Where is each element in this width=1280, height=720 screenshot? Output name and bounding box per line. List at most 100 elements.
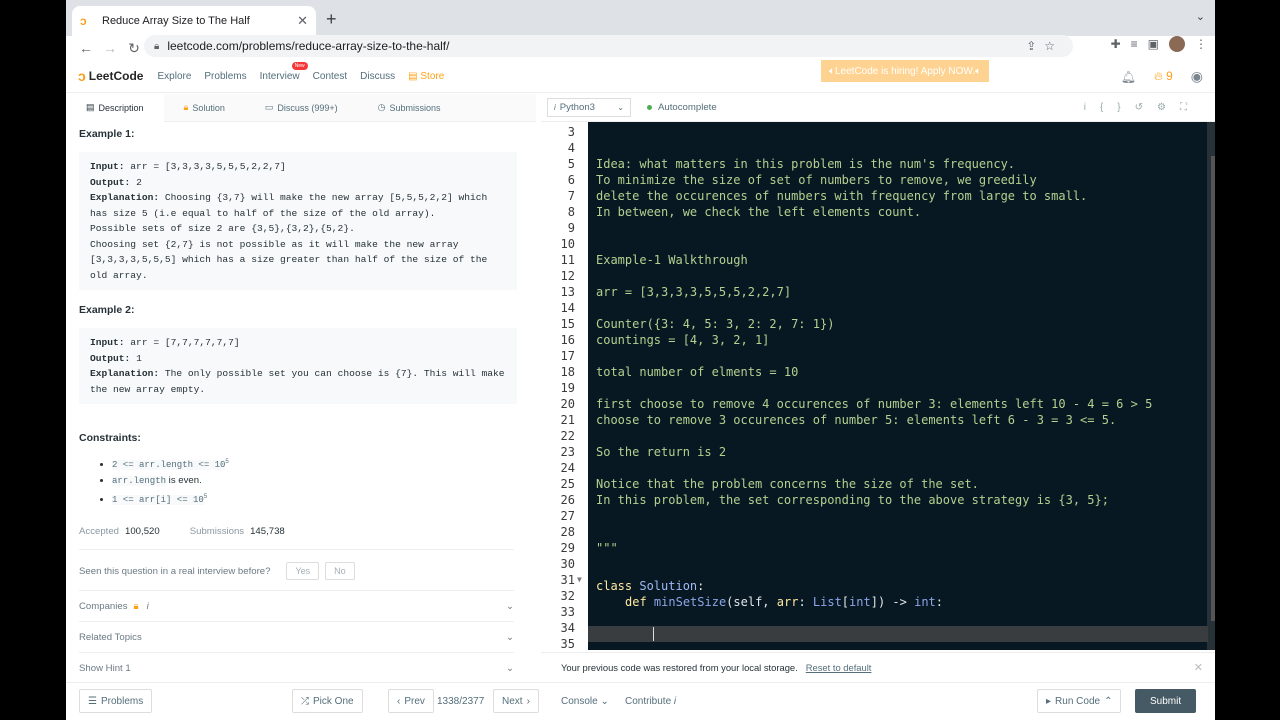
show-hint-label: Show Hint 1 <box>79 662 131 674</box>
leetcode-logo[interactable]: ↄ LeetCode <box>78 68 143 84</box>
tab-submissions[interactable]: ◷ Submissions <box>358 94 461 122</box>
def-decl: def minSetSize(self, arr: List[int]) -> … <box>625 594 943 610</box>
extensions-icon[interactable]: ✚ <box>1111 37 1121 51</box>
accepted-stat: Accepted 100,520 <box>79 526 160 537</box>
editor-tool-icons[interactable]: i{}↺⚙⛶ <box>1084 102 1201 113</box>
contribute-button[interactable]: Contribute i <box>625 696 676 707</box>
code-line: 26 In this problem, the set corresponding… <box>547 492 1215 508</box>
forward-icon[interactable]: → <box>98 40 122 56</box>
yes-button[interactable]: Yes <box>286 562 320 581</box>
related-topics-accordion[interactable]: Related Topics ⌄ <box>79 621 514 652</box>
tab-description[interactable]: ▤ Description <box>66 93 164 122</box>
line-number: 7 <box>567 189 575 203</box>
reset-to-default-link[interactable]: Reset to default <box>806 662 872 673</box>
code-line: 13 arr = [3,3,3,3,5,5,5,2,2,7] <box>547 284 1215 300</box>
shuffle-icon: ⤮ <box>301 695 309 707</box>
class-name: Solution <box>639 579 698 593</box>
nav-discuss[interactable]: Discuss <box>360 71 395 82</box>
hiring-banner[interactable]: 🔈︎ LeetCode is hiring! Apply NOW. 🔈︎ <box>821 60 990 82</box>
nav-explore[interactable]: Explore <box>157 71 191 82</box>
prev-label: Prev <box>404 695 425 707</box>
code-line: 20 first choose to remove 4 occurences of… <box>547 396 1215 412</box>
code-line: 35 <box>547 636 1215 650</box>
problems-label: Problems <box>100 695 144 707</box>
code-text: """ <box>596 541 618 555</box>
example-2-output: 1 <box>130 352 142 364</box>
code-text: Example-1 Walkthrough <box>596 253 748 267</box>
problems-button[interactable]: ☰ Problems <box>79 689 153 713</box>
show-hint-accordion[interactable]: Show Hint 1 ⌄ <box>79 652 514 682</box>
reading-list-icon[interactable]: ≡ <box>1131 37 1138 51</box>
speaker-icon: 🔈︎ <box>975 65 982 77</box>
share-star-icons[interactable]: ⇪☆ <box>1026 39 1063 53</box>
next-button[interactable]: Next › <box>493 689 539 713</box>
tab-discuss[interactable]: ▭ Discuss (999+) <box>245 94 358 122</box>
divider <box>79 549 514 551</box>
reload-icon[interactable]: ↻ <box>122 40 146 57</box>
accepted-value: 100,520 <box>125 526 160 538</box>
description-icon: ▤ <box>86 102 95 112</box>
browser-tab[interactable]: ↄ Reduce Array Size to The Half ✕ <box>72 6 316 36</box>
submit-button[interactable]: Submit <box>1135 689 1197 713</box>
language-select[interactable]: i Python3 ⌄ <box>547 98 631 117</box>
console-button[interactable]: Console ⌄ <box>561 696 609 707</box>
tab-search-icon[interactable]: ⌄ <box>1196 10 1205 23</box>
new-tab-icon[interactable]: + <box>326 9 337 30</box>
line-number: 6 <box>567 173 575 187</box>
line-number: 28 <box>560 525 575 539</box>
chevron-down-icon: ⌄ <box>505 600 514 612</box>
line-number: 29 <box>560 541 575 555</box>
prev-button[interactable]: ‹ Prev <box>388 689 434 713</box>
code-line: 9 <box>547 220 1215 236</box>
constraints-list: 2 <= arr.length <= 105 arr.length is eve… <box>79 454 523 508</box>
example-1-block: Input: arr = [3,3,3,3,5,5,5,2,2,7] Outpu… <box>79 152 517 290</box>
nav-interview[interactable]: Interview New <box>259 61 308 82</box>
user-avatar-icon[interactable]: ◉ <box>1191 68 1203 85</box>
editor-scrollbar[interactable] <box>1211 156 1215 621</box>
arrow: -> <box>892 595 915 609</box>
menu-icon[interactable]: ⋮ <box>1195 37 1207 51</box>
autocomplete-toggle[interactable]: Autocomplete <box>658 102 717 113</box>
info-icon: i <box>146 600 149 612</box>
companies-accordion[interactable]: Companies 🔒︎ i ⌄ <box>79 590 514 621</box>
url-bar[interactable]: 🔒︎ leetcode.com/problems/reduce-array-si… <box>144 35 1073 57</box>
code-text: total number of elments = 10 <box>596 365 799 379</box>
tab-solution-label: Solution <box>192 102 225 113</box>
companies-label: Companies <box>79 600 128 612</box>
nav-interview-label: Interview <box>259 70 300 82</box>
colon: : <box>798 595 813 609</box>
notification-bell-icon[interactable]: 🔔︎ <box>1121 70 1136 84</box>
class-decl: class Solution: <box>596 578 704 594</box>
example-1-explanation: Choosing {3,7} will make the new array [… <box>90 192 488 281</box>
explanation-label: Explanation: <box>90 368 160 379</box>
nav-contest[interactable]: Contest <box>313 71 347 82</box>
code-line: 28 <box>547 524 1215 540</box>
code-line: 29 """ <box>547 540 1215 556</box>
example-1-input: arr = [3,3,3,3,5,5,5,2,2,7] <box>124 161 286 172</box>
line-number: 11 <box>560 253 575 267</box>
nav-problems[interactable]: Problems <box>204 71 246 82</box>
code-line: 25 Notice that the problem concerns the s… <box>547 476 1215 492</box>
tab-solution[interactable]: 🔒︎ Solution <box>164 94 245 122</box>
close-icon[interactable]: ✕ <box>1194 661 1203 674</box>
pick-one-button[interactable]: ⤮ Pick One <box>292 689 363 713</box>
profile-avatar[interactable] <box>1169 36 1185 52</box>
line-number: 24 <box>560 461 575 475</box>
new-badge: New <box>291 61 308 70</box>
line-number: 25 <box>560 477 575 491</box>
side-panel-icon[interactable]: ▣ <box>1148 37 1159 51</box>
return-type: int <box>914 595 936 609</box>
close-tab-icon[interactable]: ✕ <box>297 13 308 29</box>
no-button[interactable]: No <box>325 562 355 581</box>
param-arr: arr <box>776 595 799 609</box>
code-text: In this problem, the set corresponding t… <box>596 493 1109 507</box>
streak-counter[interactable]: 🔥︎ 9 <box>1154 69 1173 84</box>
back-icon[interactable]: ← <box>74 40 98 56</box>
leetcode-favicon-icon: ↄ <box>80 14 87 28</box>
code-line: 10 <box>547 236 1215 252</box>
nav-store[interactable]: ▤ Store <box>408 71 444 82</box>
run-code-button[interactable]: ▸ Run Code ⌃ <box>1037 689 1122 713</box>
code-text: Idea: what matters in this problem is th… <box>596 157 1016 171</box>
hiring-text: LeetCode is hiring! Apply NOW. <box>835 65 976 77</box>
code-editor[interactable]: 3 4 5 Idea: what matters in this problem is… <box>547 122 1215 650</box>
